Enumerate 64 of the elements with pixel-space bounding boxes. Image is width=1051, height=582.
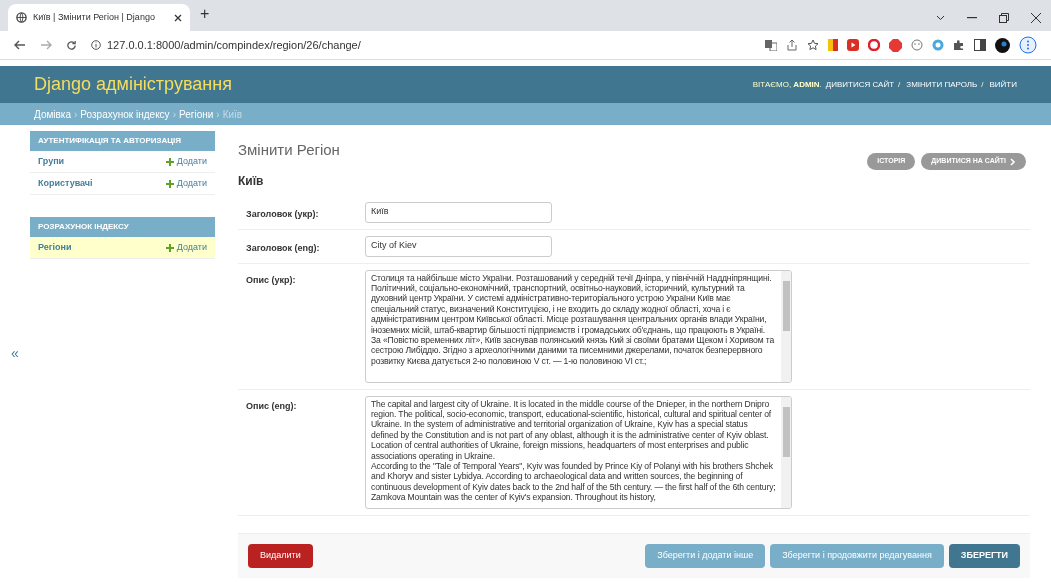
sidebar-toggle[interactable]: «: [11, 343, 19, 364]
text-input[interactable]: Київ: [365, 201, 552, 223]
textarea-field[interactable]: Столиця та найбільше місто України. Розташований у середній течії Дніпра, у північній Наддніпрянщині. Політичний, соціально-економічний, транспортний, освітньо-науковий, історичний, культурний та духовний центр України. У системі адміністративно-територіального устрою України Київ має спеціальний статус, визначений Конституцією, і не входить до складу жодної області, хоча і є адміністративним центром Київської області. Місце розташування центральних органів влади України, іноземних місій, штаб-квартир більшості підприємств і громадських об'єднань, що працюють в Україні. За «Повістю временних літ», Київ заснував полянський князь Кий зі своїми братами Щеком і Хоривом та сестрою Либіддю. Згідно з археологічними даними та писемними джерелами, початок безперервного розвитку Києва датується 2-ю половиною V ст. — 1-ю половиною VI ст.;: [365, 269, 792, 383]
plus-icon: [165, 157, 174, 166]
breadcrumb-current: Київ: [222, 107, 243, 122]
separator-text: /: [980, 78, 985, 91]
chevron-right-icon: [1010, 157, 1016, 166]
close-icon[interactable]: [174, 13, 182, 22]
tab-title: Київ | Змінити Регіон | Django: [33, 10, 156, 24]
reload-icon[interactable]: [66, 39, 77, 51]
page-title: Змінити Регіон: [238, 140, 340, 160]
textarea-field[interactable]: The capital and largest city of Ukraine. It is located in the middle course of the Dnieper, in the northern Dnipro region. The political, socio-economic, transport, educational-scientific, historical, cultural and spiritual center of Ukraine. In the system of administrative and territorial organization of Ukraine, Kyiv has a special status defined by the Constitution and is not part of any oblast, although it is the administrative center of Kyiv oblast. Location of central authorities of Ukraine, foreign missions, headquarters of most enterprises and public associations operating in Ukraine. According to the "Tale of Temporal Years", Kyiv was founded by Prince Kiy of Polanyi with his brothers Shchek and Khoryv and sister Lybidya. According to archaeological data and written sources, the beginning of continuous development of Kyiv dates back to the 2nd half of the 5th century. — the first half of the 6th century; Zamkova Mountain was the center of Kyiv's expansion. Throughout its history,: [365, 395, 792, 509]
menu-icon[interactable]: [1019, 36, 1037, 54]
field-label: Опис (укр):: [246, 273, 297, 287]
plus-icon: [165, 243, 174, 252]
header-link[interactable]: ЗМІНИТИ ПАРОЛЬ: [906, 78, 978, 91]
plus-icon: [165, 179, 174, 188]
breadcrumb-separator: ›: [171, 107, 177, 122]
info-icon: [91, 40, 101, 50]
stop-sign-icon[interactable]: [889, 38, 902, 52]
breadcrumb-separator: ›: [73, 107, 79, 122]
close-icon[interactable]: [1031, 13, 1041, 23]
field-label: Заголовок (укр):: [246, 207, 320, 221]
scrollbar[interactable]: [781, 270, 791, 382]
header-link[interactable]: ДИВИТИСЯ САЙТ: [825, 78, 895, 91]
smiley-icon[interactable]: [911, 39, 923, 51]
object-name: Київ: [238, 172, 265, 190]
translate-icon[interactable]: [765, 39, 777, 51]
add-link[interactable]: Додати: [165, 154, 207, 169]
puzzle-icon[interactable]: [953, 39, 965, 51]
ring-icon[interactable]: [868, 39, 880, 51]
scrollbar[interactable]: [781, 396, 791, 508]
share-icon[interactable]: [786, 39, 798, 51]
bookmark-icon[interactable]: [828, 39, 838, 51]
minimize-icon[interactable]: [967, 17, 977, 19]
browser-tab[interactable]: Київ | Змінити Регіон | Django: [8, 4, 190, 31]
model-link[interactable]: Регіони: [38, 240, 166, 255]
delete-button[interactable]: Видалити: [248, 544, 313, 568]
scrollbar-thumb[interactable]: [782, 280, 790, 331]
field-label: Заголовок (eng):: [246, 241, 321, 255]
scrollbar-thumb[interactable]: [782, 406, 790, 457]
globe-icon: [16, 12, 27, 23]
avatar-icon[interactable]: [995, 37, 1010, 53]
address-bar[interactable]: 127.0.0.1:8000/admin/compindex/region/26/change/: [91, 36, 361, 54]
back-icon[interactable]: [14, 40, 26, 50]
text-input[interactable]: City of Kiev: [365, 235, 552, 257]
breadcrumb-separator: ›: [215, 107, 221, 122]
field-label: Опис (eng):: [246, 399, 298, 413]
play-icon[interactable]: [847, 39, 859, 51]
add-link[interactable]: Додати: [165, 240, 207, 255]
star-icon[interactable]: [807, 39, 819, 51]
site-title[interactable]: Django адміністрування: [34, 71, 232, 98]
new-tab-button[interactable]: +: [200, 2, 210, 26]
separator-text: /: [897, 78, 902, 91]
model-link[interactable]: Групи: [38, 154, 166, 169]
sidebar-icon[interactable]: [974, 39, 986, 51]
save-button[interactable]: ЗБЕРЕГТИ: [948, 544, 1020, 568]
circle-icon[interactable]: [932, 39, 944, 51]
add-link[interactable]: Додати: [165, 176, 207, 191]
chevron-down-icon[interactable]: [936, 15, 945, 21]
header-link[interactable]: ВИЙТИ: [989, 78, 1017, 91]
restore-icon[interactable]: [999, 13, 1009, 23]
model-link[interactable]: Користувачі: [38, 176, 166, 191]
welcome-text: ВІТАЄМО, ADMIN.: [752, 78, 822, 91]
